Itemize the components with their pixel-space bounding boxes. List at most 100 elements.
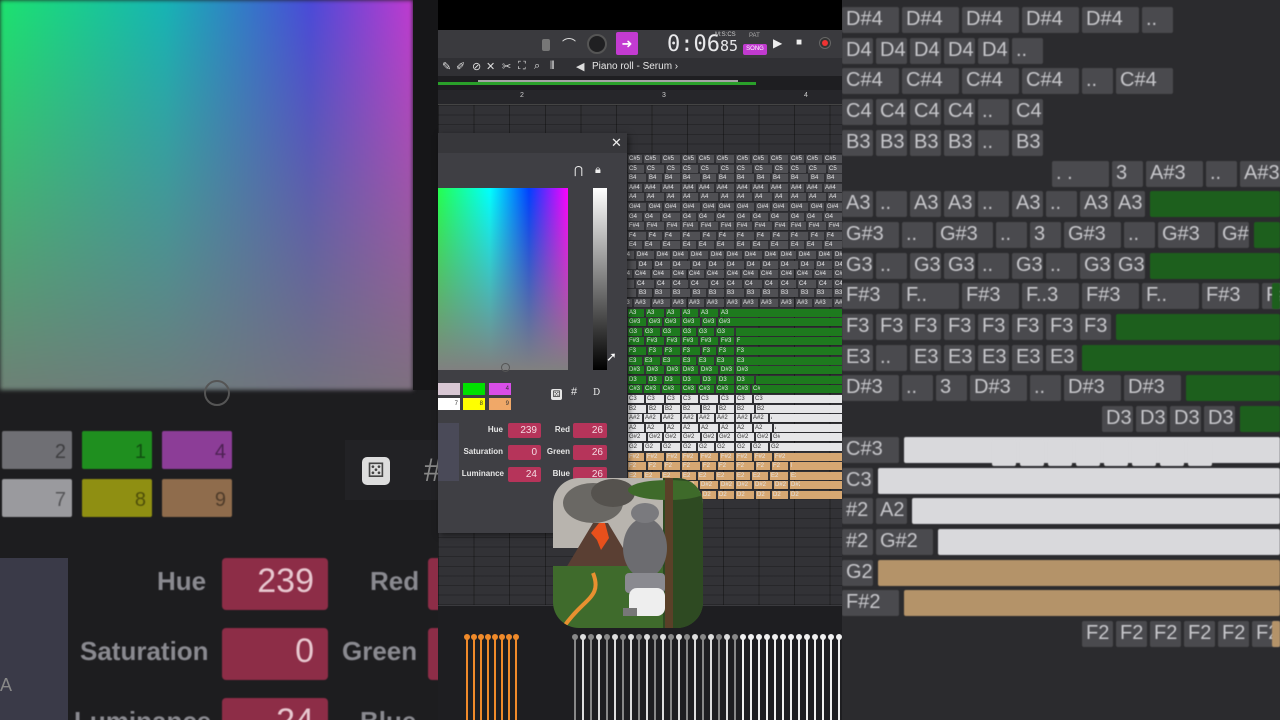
- velocity-bar[interactable]: [606, 636, 608, 720]
- piano-note[interactable]: A4: [790, 193, 806, 202]
- piano-note[interactable]: F#3: [628, 337, 644, 346]
- magnet-icon[interactable]: ⋂: [574, 164, 583, 177]
- piano-note[interactable]: F#3: [666, 337, 680, 346]
- velocity-bar[interactable]: [806, 636, 808, 720]
- piano-note[interactable]: B3: [800, 289, 814, 298]
- piano-note[interactable]: F4: [826, 231, 842, 240]
- piano-note[interactable]: D3: [702, 375, 716, 384]
- piano-note[interactable]: D#3: [682, 366, 698, 375]
- piano-note[interactable]: F4: [648, 231, 662, 240]
- piano-note[interactable]: G3: [682, 327, 696, 336]
- piano-note[interactable]: C3: [700, 395, 718, 403]
- song-mode-button[interactable]: SONG: [743, 44, 767, 55]
- piano-note[interactable]: F4: [810, 231, 824, 240]
- piano-note[interactable]: A#4: [644, 183, 660, 192]
- velocity-handle[interactable]: [506, 634, 512, 640]
- piano-note[interactable]: C5: [682, 164, 698, 173]
- piano-note[interactable]: G4: [662, 212, 680, 221]
- piano-note[interactable]: B4: [736, 174, 754, 183]
- piano-note[interactable]: A4: [700, 193, 718, 202]
- piano-note[interactable]: F#2: [720, 452, 734, 461]
- piano-note-long[interactable]: [804, 491, 842, 499]
- piano-note[interactable]: E4: [682, 241, 696, 250]
- piano-note[interactable]: A3: [682, 308, 698, 317]
- piano-note[interactable]: F2: [718, 462, 734, 471]
- piano-note[interactable]: D#4: [818, 251, 832, 259]
- piano-note[interactable]: G#2: [756, 433, 770, 442]
- piano-note[interactable]: E4: [628, 241, 642, 250]
- piano-note[interactable]: G2: [628, 443, 642, 451]
- velocity-bar[interactable]: [508, 636, 510, 720]
- velocity-handle[interactable]: [471, 634, 477, 640]
- piano-note[interactable]: D4: [692, 260, 706, 269]
- piano-note[interactable]: G#4: [736, 203, 754, 211]
- piano-note[interactable]: D4: [816, 260, 832, 269]
- velocity-bar[interactable]: [702, 636, 704, 720]
- piano-note[interactable]: G#2: [628, 433, 646, 442]
- velocity-handle[interactable]: [580, 634, 586, 640]
- piano-note[interactable]: A#4: [824, 183, 842, 192]
- piano-note[interactable]: E3: [662, 356, 680, 365]
- piano-note[interactable]: A3: [646, 308, 664, 317]
- piano-note[interactable]: B4: [810, 174, 824, 183]
- velocity-bar[interactable]: [598, 636, 600, 720]
- velocity-bar[interactable]: [646, 636, 648, 720]
- piano-note[interactable]: F4: [664, 231, 680, 240]
- piano-note[interactable]: G4: [698, 212, 714, 221]
- velocity-handle[interactable]: [652, 634, 658, 640]
- piano-note[interactable]: D#4: [744, 251, 762, 259]
- piano-note[interactable]: C5: [628, 164, 644, 173]
- velocity-handle[interactable]: [780, 634, 786, 640]
- piano-note[interactable]: F4: [756, 231, 770, 240]
- piano-note[interactable]: G#4: [648, 203, 662, 211]
- piano-note[interactable]: A3: [666, 308, 680, 317]
- piano-note[interactable]: E4: [770, 241, 788, 250]
- velocity-handle[interactable]: [604, 634, 610, 640]
- velocity-bar[interactable]: [766, 636, 768, 720]
- arrow-right-icon[interactable]: ➜: [616, 32, 638, 55]
- piano-note[interactable]: D4: [672, 260, 690, 269]
- piano-note[interactable]: F#3: [720, 337, 734, 346]
- piano-note[interactable]: F#2: [628, 452, 644, 461]
- piano-note[interactable]: G3: [662, 327, 680, 336]
- velocity-bar[interactable]: [814, 636, 816, 720]
- piano-note[interactable]: C3: [628, 395, 644, 403]
- velocity-handle[interactable]: [660, 634, 666, 640]
- piano-note[interactable]: C3: [666, 395, 680, 403]
- piano-note[interactable]: F4: [628, 231, 646, 240]
- piano-note[interactable]: C#5: [628, 155, 642, 163]
- piano-note[interactable]: C#4: [834, 270, 842, 279]
- piano-note[interactable]: C#3: [698, 385, 714, 394]
- piano-note[interactable]: A#2: [682, 414, 696, 423]
- velocity-bar[interactable]: [494, 636, 496, 720]
- close-icon[interactable]: ✕: [611, 135, 622, 151]
- hash-button[interactable]: #: [571, 386, 577, 398]
- velocity-handle[interactable]: [708, 634, 714, 640]
- piano-note[interactable]: F3: [664, 347, 680, 355]
- piano-note[interactable]: C#5: [790, 155, 804, 163]
- velocity-bar[interactable]: [790, 636, 792, 720]
- piano-note[interactable]: G#3: [628, 318, 646, 327]
- piano-note[interactable]: C#5: [806, 155, 822, 163]
- piano-note[interactable]: D4: [834, 260, 842, 269]
- piano-note[interactable]: E2: [736, 471, 750, 480]
- piano-note[interactable]: F#4: [828, 222, 842, 231]
- piano-note[interactable]: G4: [752, 212, 768, 221]
- piano-note[interactable]: G#3: [664, 318, 680, 327]
- piano-note-long[interactable]: [792, 462, 842, 471]
- piano-note[interactable]: A#3: [652, 299, 670, 307]
- piano-note[interactable]: F#4: [646, 222, 664, 231]
- piano-note[interactable]: B2: [718, 404, 734, 413]
- piano-note[interactable]: G#4: [772, 203, 788, 211]
- default-button[interactable]: D: [593, 388, 600, 398]
- piano-note[interactable]: G2: [644, 443, 660, 451]
- saturation-field[interactable]: 0: [508, 445, 541, 460]
- velocity-bar[interactable]: [758, 636, 760, 720]
- piano-note[interactable]: C#3: [662, 385, 680, 394]
- velocity-handle[interactable]: [700, 634, 706, 640]
- luminance-field[interactable]: 24: [508, 467, 541, 482]
- piano-note[interactable]: C4: [656, 279, 670, 288]
- velocity-handle[interactable]: [724, 634, 730, 640]
- piano-note[interactable]: C#5: [662, 155, 680, 163]
- piano-note[interactable]: G#3: [702, 318, 716, 327]
